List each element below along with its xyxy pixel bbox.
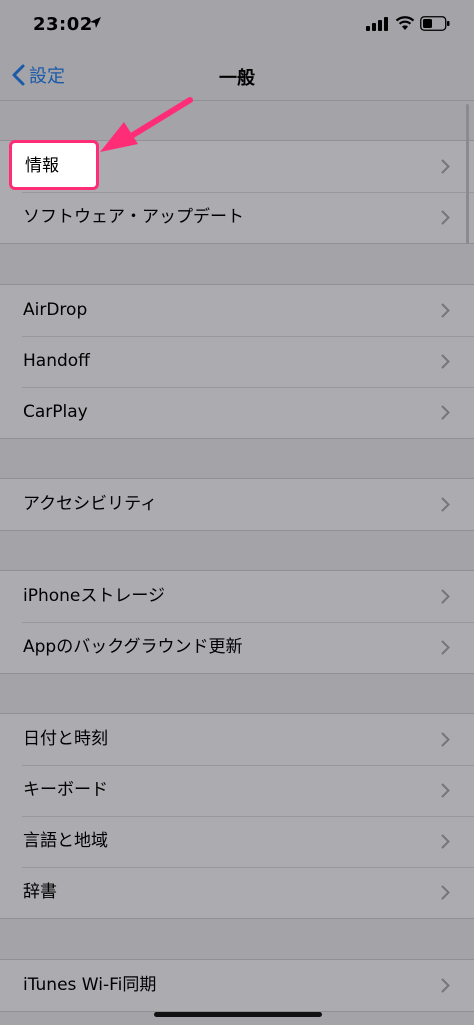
chevron-right-icon <box>441 783 450 798</box>
row-label: Appのバックグラウンド更新 <box>23 637 243 657</box>
row-label: ソフトウェア・アップデート <box>23 207 244 227</box>
scrollbar[interactable] <box>466 104 469 244</box>
chevron-right-icon <box>441 303 450 318</box>
row-label: Handoff <box>23 351 90 371</box>
wifi-icon <box>395 16 415 30</box>
chevron-right-icon <box>441 640 450 655</box>
chevron-right-icon <box>441 159 450 174</box>
row-label: キーボード <box>23 780 108 800</box>
row-label: アクセシビリティ <box>23 494 158 514</box>
settings-group-connectivity: AirDrop Handoff CarPlay <box>0 284 474 439</box>
row-label: 辞書 <box>23 882 57 902</box>
chevron-right-icon <box>441 497 450 512</box>
row-carplay[interactable]: CarPlay <box>0 387 474 438</box>
chevron-right-icon <box>441 210 450 225</box>
location-arrow-icon <box>90 17 101 28</box>
chevron-right-icon <box>441 354 450 369</box>
row-keyboard[interactable]: キーボード <box>0 765 474 816</box>
chevron-right-icon <box>441 589 450 604</box>
chevron-right-icon <box>441 885 450 900</box>
cellular-signal-icon <box>366 17 388 31</box>
row-label: CarPlay <box>23 402 88 422</box>
row-language-region[interactable]: 言語と地域 <box>0 816 474 867</box>
row-accessibility[interactable]: アクセシビリティ <box>0 479 474 530</box>
battery-icon <box>420 16 450 31</box>
row-label: 言語と地域 <box>23 831 108 851</box>
row-label: iTunes Wi-Fi同期 <box>23 975 157 995</box>
settings-group-storage: iPhoneストレージ Appのバックグラウンド更新 <box>0 570 474 674</box>
settings-group-regional: 日付と時刻 キーボード 言語と地域 辞書 <box>0 713 474 919</box>
page-title: 一般 <box>219 68 255 89</box>
navigation-bar: 設定 一般 <box>0 52 474 101</box>
settings-group-itunes: iTunes Wi-Fi同期 <box>0 959 474 1012</box>
row-itunes-wifi-sync[interactable]: iTunes Wi-Fi同期 <box>0 960 474 1011</box>
row-label: 日付と時刻 <box>23 729 108 749</box>
row-background-app-refresh[interactable]: Appのバックグラウンド更新 <box>0 622 474 673</box>
settings-group-accessibility: アクセシビリティ <box>0 478 474 531</box>
row-label: AirDrop <box>23 300 88 320</box>
chevron-right-icon <box>441 978 450 993</box>
home-indicator[interactable] <box>154 1012 322 1017</box>
status-time: 23:02 <box>33 14 93 35</box>
row-dictionary[interactable]: 辞書 <box>0 867 474 918</box>
row-handoff[interactable]: Handoff <box>0 336 474 387</box>
chevron-right-icon <box>441 834 450 849</box>
row-software-update[interactable]: ソフトウェア・アップデート <box>0 192 474 243</box>
row-airdrop[interactable]: AirDrop <box>0 285 474 336</box>
chevron-right-icon <box>441 732 450 747</box>
row-date-time[interactable]: 日付と時刻 <box>0 714 474 765</box>
about-highlight-box[interactable]: 情報 <box>9 140 99 190</box>
row-label: iPhoneストレージ <box>23 586 166 606</box>
row-iphone-storage[interactable]: iPhoneストレージ <box>0 571 474 622</box>
status-bar: 23:02 <box>0 0 474 52</box>
chevron-right-icon <box>441 405 450 420</box>
highlight-label: 情報 <box>25 156 59 176</box>
